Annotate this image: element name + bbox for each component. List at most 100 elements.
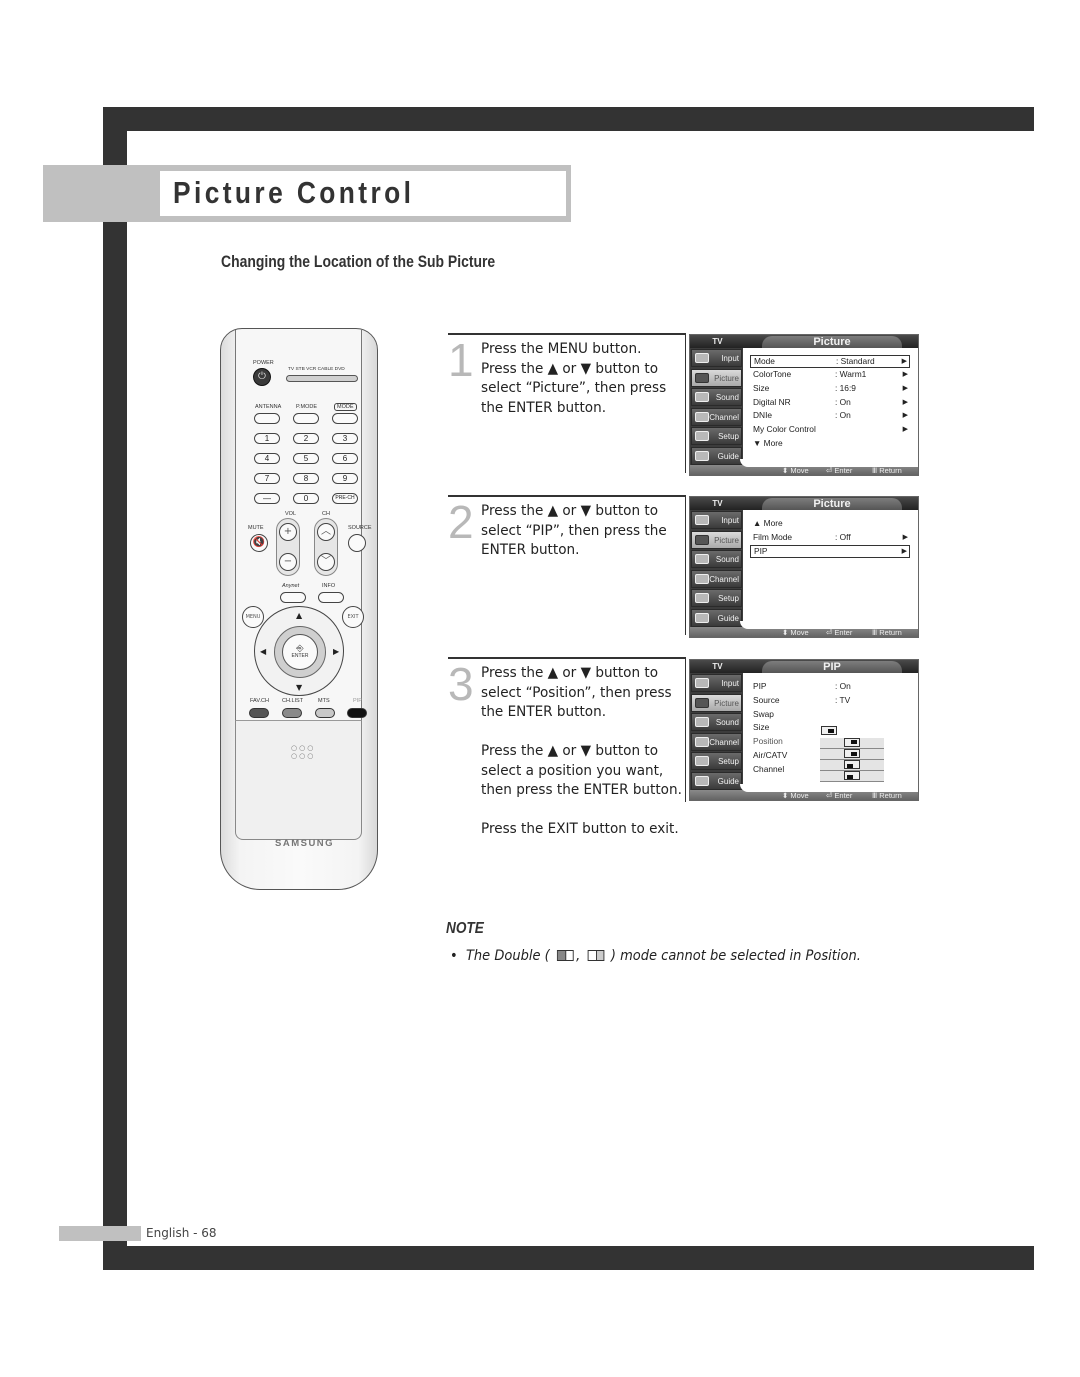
favch-label: FAV.CH: [250, 698, 269, 704]
step-vertical-rule: [684, 657, 686, 802]
osd-sidebar-item-channel: Channel: [691, 732, 742, 751]
osd-sidebar: Input Picture Sound Channel Setup Guide: [690, 348, 743, 468]
move-label: Move: [790, 628, 809, 637]
key-8: 8: [293, 473, 319, 484]
channel-rocker: ︿ ﹀: [314, 518, 338, 576]
antenna-label: ANTENNA: [255, 404, 282, 410]
osd-row-label: My Color Control: [753, 424, 816, 435]
osd-menu-row: Swap: [750, 708, 910, 722]
osd-header: TV PIP: [690, 660, 918, 673]
note-comma: ,: [576, 948, 581, 964]
picture-icon: [695, 697, 709, 708]
osd-menu-row: ▲ More: [750, 517, 910, 531]
move-label: Move: [790, 791, 809, 800]
osd-sidebar-item-picture: Picture: [691, 530, 742, 549]
osd-sidebar-label: Guide: [717, 451, 739, 461]
step-line: select “PIP”, then press the: [481, 521, 667, 539]
step-line: Press the EXIT button to exit.: [481, 820, 679, 837]
osd-row-value: : Standard: [836, 356, 875, 366]
picture-icon: [695, 534, 709, 545]
return-icon: Ⅲ: [872, 628, 878, 637]
osd-sidebar-item-setup: Setup: [691, 427, 742, 445]
volume-up-icon: +: [279, 523, 297, 541]
ch-label: CH: [322, 511, 330, 517]
osd-sidebar-item-setup: Setup: [691, 752, 742, 770]
osd-sidebar-item-setup: Setup: [691, 589, 742, 607]
osd-row-label: Size: [753, 722, 770, 733]
osd-sidebar-label: Channel: [709, 412, 739, 422]
key-7: 7: [254, 473, 280, 484]
dpad-up-icon: ▲: [296, 611, 303, 620]
step-instructions: Press the ▲ or ▼ button to select “Posit…: [481, 663, 682, 839]
osd-menu-row: Digital NR: On ▶: [750, 396, 910, 410]
pip-position-options: [820, 738, 884, 782]
osd-sidebar-label: Sound: [715, 718, 739, 727]
return-icon: Ⅲ: [872, 791, 878, 800]
osd-sidebar-label: Channel: [709, 737, 739, 747]
double-mode-left-icon: [556, 950, 574, 961]
exit-label: EXIT: [347, 614, 359, 620]
antenna-button: [254, 413, 280, 424]
step-instructions: Press the MENU button. Press the ▲ or ▼ …: [481, 339, 676, 417]
osd-sidebar-item-sound: Sound: [691, 550, 742, 568]
dpad-down-icon: ▼: [296, 683, 303, 692]
channel-up-icon: ︿: [317, 523, 335, 541]
sound-icon: [695, 554, 709, 564]
favch-button: [249, 708, 269, 718]
osd-sidebar-item-channel: Channel: [691, 407, 742, 426]
setup-icon: [695, 593, 709, 603]
step-line: select “Picture”, then press: [481, 379, 667, 396]
chevron-right-icon: ▶: [902, 384, 908, 392]
pip-position-bottom-left-icon: [844, 760, 860, 769]
note-text: • The Double ( , ) mode cannot be select…: [450, 948, 861, 964]
input-icon: [695, 515, 709, 525]
move-icon: ⬍: [782, 466, 789, 475]
move-icon: ⬍: [782, 628, 789, 637]
key-4: 4: [254, 453, 280, 464]
section-subtitle: Changing the Location of the Sub Picture: [221, 252, 496, 271]
sound-icon: [695, 392, 709, 402]
page-frame-left: [103, 107, 127, 1270]
step-divider: [448, 495, 686, 497]
osd-row-label: ▲ More: [753, 518, 783, 528]
osd-sidebar-label: Guide: [717, 613, 739, 623]
brand-logo: SAMSUNG: [275, 838, 335, 849]
return-label: Return: [879, 791, 902, 800]
volume-down-icon: −: [279, 553, 297, 571]
step-2: 2 Press the ▲ or ▼ button to select “PIP…: [448, 495, 686, 635]
step-line: then press the ENTER button.: [481, 781, 682, 798]
power-label: POWER: [253, 360, 274, 366]
chlist-label: CH.LIST: [282, 698, 304, 704]
osd-sidebar-label: Picture: [714, 373, 739, 383]
remote-control-illustration: POWER ⏻ TV STB VCR CABLE DVD ANTENNA P.M…: [220, 328, 378, 890]
osd-sidebar: Input Picture Sound Channel Setup Guide: [690, 673, 743, 793]
pip-button: [347, 708, 367, 718]
page-frame-bottom: [103, 1246, 1034, 1270]
osd-sidebar-item-guide: Guide: [691, 446, 742, 465]
enter-label: Enter: [834, 466, 853, 475]
speaker-holes: ○○○ ○○○: [291, 744, 316, 760]
osd-footer-curve: [740, 621, 918, 629]
chevron-right-icon: ▶: [902, 426, 908, 434]
pip-position-option: [820, 738, 884, 749]
osd-menu-row: Source: TV: [750, 694, 910, 708]
mute-button: 🔇: [250, 534, 268, 552]
step-line: Press the MENU button.: [481, 340, 642, 357]
osd-menu-row: ▼ More: [750, 437, 910, 451]
move-icon: ⬍: [782, 791, 789, 800]
osd-header: TV Picture: [690, 335, 918, 348]
step-line: select a position you want,: [481, 761, 664, 779]
enter-label: Enter: [834, 791, 853, 800]
step-line: select “Position”, then press: [481, 683, 672, 701]
osd-sidebar-label: Sound: [715, 393, 739, 402]
osd-sidebar-label: Setup: [718, 757, 739, 766]
channel-icon: [695, 411, 709, 422]
source-button: [348, 534, 366, 552]
chlist-button: [282, 708, 302, 718]
osd-row-label: Size: [753, 382, 770, 393]
osd-row-label: ColorTone: [753, 369, 792, 379]
info-button: [318, 592, 344, 603]
mts-button: [315, 708, 335, 718]
osd-row-value: : On: [835, 410, 851, 421]
step-number: 3: [448, 658, 474, 710]
